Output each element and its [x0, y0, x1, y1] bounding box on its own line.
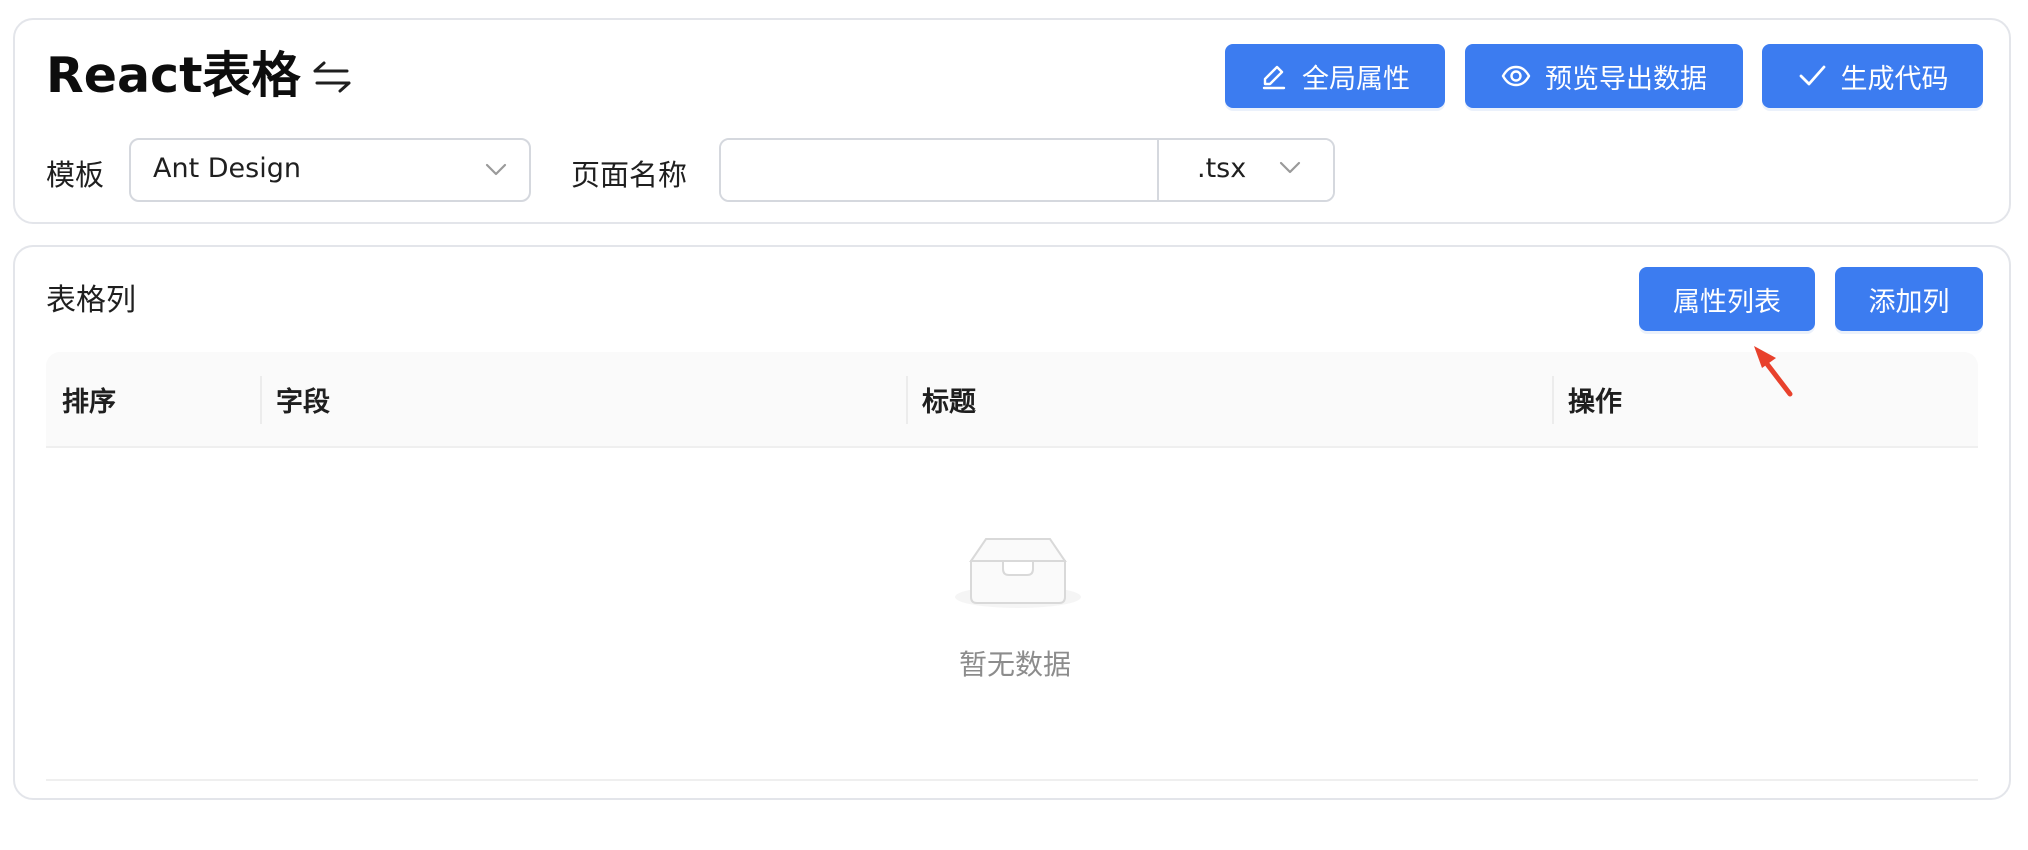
attribute-list-button[interactable]: 属性列表: [1639, 267, 1815, 331]
column-header-title: 标题: [922, 387, 976, 418]
annotation-arrow-icon: [1754, 346, 1793, 397]
template-label: 模板: [46, 158, 105, 192]
page-name-input-group: .tsx: [719, 138, 1335, 202]
chevron-down-icon: [1279, 161, 1301, 174]
template-select-value: Ant Design: [153, 153, 301, 184]
table-columns-panel: 表格列 属性列表 添加列 排序 字段 标题 操作 暂无数据: [13, 245, 2011, 800]
page-title: React表格: [46, 47, 301, 104]
add-column-button[interactable]: 添加列: [1835, 267, 1983, 331]
global-properties-button[interactable]: 全局属性: [1225, 44, 1445, 108]
empty-inbox-icon: [955, 538, 1081, 608]
add-column-label: 添加列: [1868, 286, 1950, 318]
extension-select-value: .tsx: [1197, 153, 1247, 184]
column-divider: [1552, 376, 1554, 424]
attribute-list-label: 属性列表: [1673, 286, 1781, 318]
column-header-field: 字段: [276, 387, 330, 418]
config-panel: React表格 全局属性 预览导出数据 生成代码 模板 Ant Design 页…: [13, 18, 2011, 224]
global-properties-label: 全局属性: [1302, 63, 1410, 95]
column-header-sort: 排序: [62, 387, 116, 418]
preview-export-label: 预览导出数据: [1545, 63, 1707, 95]
generate-code-label: 生成代码: [1840, 63, 1949, 95]
page-name-input[interactable]: [721, 140, 1157, 200]
page-name-label: 页面名称: [571, 158, 688, 192]
chevron-down-icon: [485, 163, 507, 176]
column-header-actions: 操作: [1568, 387, 1622, 418]
column-divider: [260, 376, 262, 424]
swap-arrows-icon[interactable]: [309, 54, 355, 100]
preview-export-button[interactable]: 预览导出数据: [1465, 44, 1743, 108]
table-header: 排序 字段 标题 操作: [46, 352, 1978, 448]
edit-icon: [1262, 65, 1286, 90]
template-select[interactable]: Ant Design: [129, 138, 531, 202]
extension-select[interactable]: .tsx: [1157, 140, 1333, 200]
section-title: 表格列: [46, 283, 136, 318]
table-bottom-border: [46, 779, 1978, 781]
check-icon: [1799, 65, 1825, 86]
generate-code-button[interactable]: 生成代码: [1762, 44, 1983, 108]
eye-icon: [1501, 65, 1531, 87]
empty-state-text: 暂无数据: [959, 648, 1072, 681]
column-divider: [906, 376, 908, 424]
